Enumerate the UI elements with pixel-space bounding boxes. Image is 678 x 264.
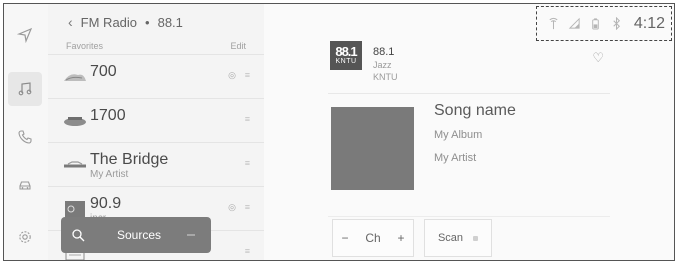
drag-handle-icon[interactable]: ≡ — [245, 158, 250, 168]
favorite-name: 90.9 — [90, 195, 122, 212]
scan-indicator-icon — [473, 235, 479, 241]
channel-label: Ch — [365, 231, 381, 245]
song-title: Song name — [434, 102, 516, 119]
station-genre: Jazz — [373, 60, 392, 70]
station-logo-icon — [60, 67, 90, 87]
album-art — [331, 107, 414, 190]
music-icon[interactable] — [8, 72, 42, 106]
settings-gear-icon[interactable] — [8, 220, 42, 254]
battery-icon — [592, 18, 599, 30]
channel-up-button[interactable]: + — [398, 231, 405, 245]
signal-strength-icon — [568, 17, 580, 29]
antenna-icon — [549, 17, 558, 30]
favorites-heading: Favorites — [66, 41, 104, 51]
drag-handle-icon[interactable]: ≡ — [245, 246, 250, 256]
scan-button[interactable]: Scan — [424, 219, 492, 257]
station-logo-icon — [60, 111, 90, 131]
source-name: FM Radio — [80, 14, 138, 30]
artist-name: My Artist — [434, 152, 477, 164]
sources-button[interactable]: Sources — [117, 228, 161, 242]
sources-overlay: Sources — [61, 217, 211, 253]
drag-handle-icon[interactable]: ≡ — [245, 114, 250, 124]
current-frequency: 88.1 — [157, 14, 183, 30]
favorite-item[interactable]: 700 ◎ ≡ — [48, 54, 264, 99]
favorite-name: The Bridge — [90, 151, 169, 168]
station-frequency: 88.1 — [373, 46, 395, 58]
scan-label: Scan — [437, 232, 464, 244]
breadcrumb-separator: • — [145, 14, 150, 30]
favorite-name: 700 — [90, 63, 117, 80]
edit-button[interactable]: Edit — [230, 41, 246, 51]
favorite-subtitle: My Artist — [90, 169, 129, 180]
favorite-name: 1700 — [90, 107, 126, 124]
phone-icon[interactable] — [8, 120, 42, 154]
channel-control: − Ch + — [332, 219, 414, 257]
menu-indicator-icon — [187, 234, 195, 236]
station-logo: 88.1 KNTU — [330, 41, 362, 70]
car-icon[interactable] — [8, 168, 42, 202]
navigation-icon[interactable] — [8, 18, 42, 52]
drag-handle-icon[interactable]: ≡ — [245, 70, 250, 80]
album-name: My Album — [434, 129, 483, 141]
clock: 4:12 — [633, 14, 665, 32]
divider — [328, 93, 610, 94]
station-logo-icon — [60, 199, 90, 219]
hd-radio-icon: ◎ — [228, 202, 236, 212]
drag-handle-icon[interactable]: ≡ — [245, 202, 250, 212]
back-chevron-icon[interactable]: ‹ — [68, 14, 73, 30]
side-rail — [4, 4, 49, 260]
divider — [328, 216, 610, 217]
hd-radio-icon: ◎ — [228, 70, 236, 80]
breadcrumb: ‹ FM Radio • 88.1 — [68, 14, 183, 30]
infotainment-screen: ‹ FM Radio • 88.1 Favorites Edit 700 ◎ ≡… — [3, 3, 675, 261]
station-call-sign: KNTU — [373, 72, 398, 82]
favorite-item[interactable]: The Bridge My Artist ≡ — [48, 142, 264, 187]
favorite-item[interactable]: 1700 ≡ — [48, 98, 264, 143]
status-bar: 4:12 — [536, 6, 672, 41]
station-logo-icon — [60, 155, 90, 175]
now-playing-panel: 4:12 88.1 KNTU 88.1 Jazz KNTU ♡ Song nam… — [264, 4, 674, 260]
favorite-heart-icon[interactable]: ♡ — [592, 50, 604, 66]
channel-down-button[interactable]: − — [341, 231, 348, 245]
bluetooth-icon — [613, 17, 620, 30]
search-icon[interactable] — [61, 228, 95, 242]
